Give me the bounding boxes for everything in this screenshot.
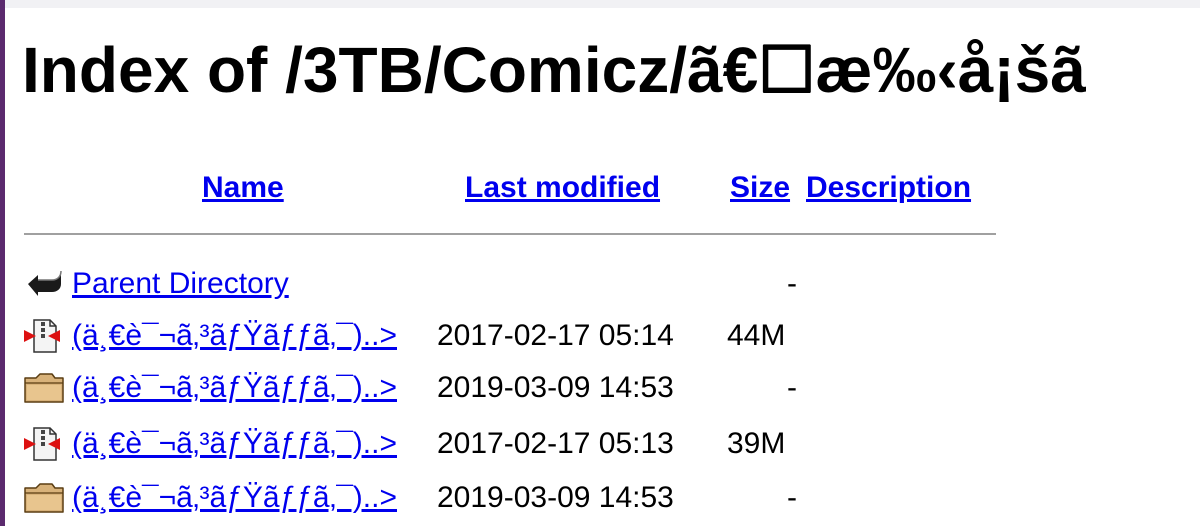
list-item: (ä¸€è¯¬ã‚³ãƒŸãƒƒã‚¯)..> 2017-02-17 05:13…: [22, 422, 822, 466]
entry-link[interactable]: (ä¸€è¯¬ã‚³ãƒŸãƒƒã‚¯)..>: [72, 422, 397, 466]
entry-link[interactable]: (ä¸€è¯¬ã‚³ãƒŸãƒƒã‚¯)..>: [72, 476, 397, 520]
compressed-file-icon[interactable]: [22, 426, 66, 462]
list-item: (ä¸€è¯¬ã‚³ãƒŸãƒƒã‚¯)..> 2019-03-09 14:53…: [22, 476, 822, 520]
entry-date: 2017-02-17 05:13: [437, 427, 674, 460]
column-header-size[interactable]: Size: [730, 168, 790, 208]
parent-directory-link[interactable]: Parent Directory: [72, 262, 289, 306]
entry-size: -: [787, 481, 797, 514]
list-item: (ä¸€è¯¬ã‚³ãƒŸãƒƒã‚¯)..> 2019-03-09 14:53…: [22, 366, 822, 410]
entry-size: -: [787, 371, 797, 404]
page-title: Index of /3TB/Comicz/ã€☐æ‰‹å¡šã: [22, 34, 1086, 106]
folder-icon[interactable]: [22, 370, 66, 406]
column-header-description[interactable]: Description: [806, 168, 971, 208]
list-item-parent-directory: Parent Directory -: [22, 262, 822, 306]
entry-size: 39M: [727, 427, 786, 460]
entry-size: -: [787, 267, 797, 300]
entry-link[interactable]: (ä¸€è¯¬ã‚³ãƒŸãƒƒã‚¯)..>: [72, 314, 397, 358]
header-divider: [24, 233, 996, 235]
folder-icon[interactable]: [22, 480, 66, 516]
window-edge: [0, 0, 5, 526]
entry-size: 44M: [727, 319, 786, 352]
entry-date: 2017-02-17 05:14: [437, 319, 674, 352]
entry-date: 2019-03-09 14:53: [437, 371, 674, 404]
column-header-name[interactable]: Name: [202, 168, 284, 208]
entry-link[interactable]: (ä¸€è¯¬ã‚³ãƒŸãƒƒã‚¯)..>: [72, 366, 397, 410]
list-item: (ä¸€è¯¬ã‚³ãƒŸãƒƒã‚¯)..> 2017-02-17 05:14…: [22, 314, 822, 358]
compressed-file-icon[interactable]: [22, 318, 66, 354]
entry-date: 2019-03-09 14:53: [437, 481, 674, 514]
column-header-last-modified[interactable]: Last modified: [465, 168, 660, 208]
top-strip: [5, 0, 1200, 8]
back-arrow-icon[interactable]: [22, 266, 66, 302]
